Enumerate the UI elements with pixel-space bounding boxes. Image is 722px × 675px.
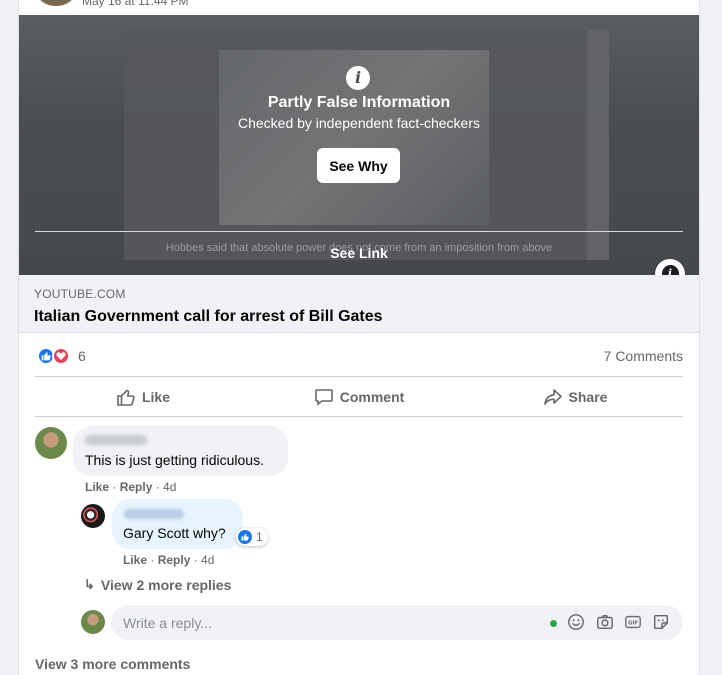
fact-check-title: Partly False Information: [267, 94, 451, 111]
reaction-count: 6: [78, 348, 86, 364]
comment-bubble: This is just getting ridiculous.: [73, 426, 288, 476]
comment-text: This is just getting ridiculous.: [85, 452, 264, 468]
see-link-button[interactable]: See Link: [19, 245, 699, 261]
divider: [35, 416, 683, 417]
svg-text:GIF: GIF: [628, 620, 638, 626]
comment-label: Comment: [339, 389, 405, 405]
commenter-avatar[interactable]: [35, 427, 67, 459]
post-header: May 16 at 11:44 PM: [18, 0, 700, 15]
sticker-icon[interactable]: [652, 613, 670, 631]
blurred-video-controls: [587, 30, 609, 260]
like-button[interactable]: Like: [35, 380, 251, 414]
comment-actions: Like · Reply · 4d: [85, 480, 176, 494]
view-more-replies-label: View 2 more replies: [100, 577, 232, 593]
fact-check-overlay: Hobbes said that absolute power does not…: [19, 15, 699, 275]
share-button[interactable]: Share: [467, 380, 683, 414]
separator: ·: [109, 480, 120, 494]
share-icon: [543, 389, 562, 405]
like-label: Like: [141, 389, 170, 405]
reply-bubble: Gary Scott why?: [112, 499, 243, 549]
post-timestamp[interactable]: May 16 at 11:44 PM: [82, 0, 189, 8]
share-label: Share: [568, 389, 608, 405]
like-icon: [238, 530, 252, 544]
see-why-button[interactable]: See Why: [317, 148, 400, 183]
author-avatar[interactable]: [38, 0, 74, 6]
reply-arrow-icon: ↳: [84, 577, 95, 592]
reply-reply-link[interactable]: Reply: [158, 553, 191, 567]
comment-like-link[interactable]: Like: [85, 480, 109, 494]
emoji-icon[interactable]: [567, 613, 585, 631]
info-icon: i: [346, 66, 370, 90]
comment-reply-link[interactable]: Reply: [120, 480, 153, 494]
reaction-summary[interactable]: 6: [37, 346, 86, 366]
avatar-image: [81, 504, 105, 528]
reply-body: why?: [189, 525, 226, 541]
avatar-image: [35, 427, 67, 459]
commenter-name-redacted[interactable]: [85, 435, 147, 445]
reply-age[interactable]: 4d: [201, 553, 214, 567]
separator: ·: [190, 553, 202, 567]
reply-like-link[interactable]: Like: [123, 553, 147, 567]
camera-icon[interactable]: [596, 613, 614, 631]
fact-check-subtitle: Checked by independent fact-checkers: [237, 115, 481, 131]
view-more-replies-link[interactable]: ↳ View 2 more replies: [84, 577, 231, 593]
reply-actions: Like · Reply · 4d: [123, 553, 214, 567]
link-preview[interactable]: YOUTUBE.COM Italian Government call for …: [19, 275, 699, 333]
reply-input[interactable]: Write a reply... GIF: [111, 605, 683, 640]
gif-icon[interactable]: GIF: [624, 613, 642, 631]
divider: [35, 376, 683, 377]
reply-text: Gary Scott why?: [123, 525, 226, 541]
reply-placeholder: Write a reply...: [123, 615, 212, 631]
love-icon: [52, 347, 70, 365]
replier-name-redacted[interactable]: [124, 509, 184, 519]
online-indicator: [550, 620, 557, 627]
reply-reaction-count: 1: [256, 530, 263, 544]
link-domain: YOUTUBE.COM: [34, 287, 126, 301]
view-more-comments-link[interactable]: View 3 more comments: [35, 656, 190, 672]
comments-count-link[interactable]: 7 Comments: [604, 348, 683, 364]
replier-avatar[interactable]: [81, 504, 105, 528]
thumbs-up-icon: [117, 389, 135, 406]
overlay-divider: [35, 231, 683, 232]
reply-reaction-pill[interactable]: 1: [236, 528, 268, 546]
comment-button[interactable]: Comment: [251, 380, 467, 414]
comment-icon: [314, 389, 333, 406]
comment-age[interactable]: 4d: [163, 480, 176, 494]
link-title[interactable]: Italian Government call for arrest of Bi…: [34, 308, 383, 326]
avatar-image: [81, 610, 105, 634]
mention-link[interactable]: Gary Scott: [123, 525, 189, 541]
separator: ·: [152, 480, 164, 494]
separator: ·: [147, 553, 158, 567]
current-user-avatar: [81, 610, 105, 634]
